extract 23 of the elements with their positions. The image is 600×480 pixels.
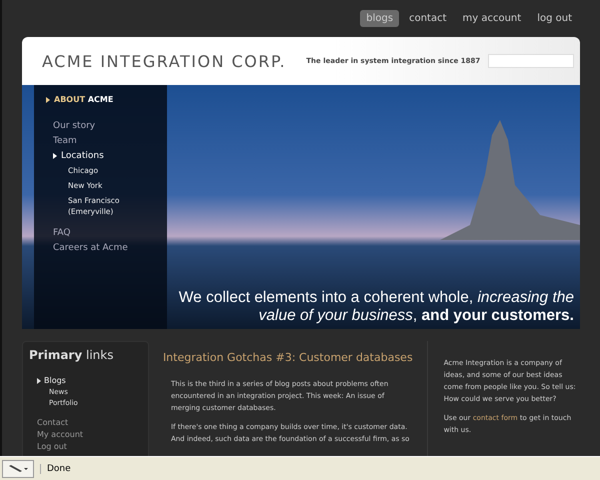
slogan: We collect elements into a coherent whole, increasing the value of your business, and your customers. xyxy=(178,289,574,325)
primary-link[interactable]: My account xyxy=(37,430,142,439)
logo-text: ACME INTEGRATION CORP. xyxy=(42,52,286,70)
bullet-icon xyxy=(37,378,41,384)
top-nav-link[interactable]: contact xyxy=(403,10,452,27)
nav-link[interactable]: Our story xyxy=(53,120,167,131)
panel-title: Primary links xyxy=(29,348,114,362)
bullet-icon xyxy=(53,152,57,158)
nav-link[interactable]: FAQ xyxy=(53,227,167,238)
top-nav-link[interactable]: my account xyxy=(456,10,528,27)
primary-link[interactable]: Contact xyxy=(37,418,142,427)
article-title: Integration Gotchas #3: Customer databases xyxy=(162,351,413,364)
nav-link[interactable]: Locations xyxy=(53,150,167,161)
primary-link[interactable]: Log out xyxy=(37,442,142,451)
nav-link[interactable]: Team xyxy=(53,135,167,146)
search-field[interactable] xyxy=(488,54,574,68)
nav-link[interactable]: Careers at Acme xyxy=(53,242,167,253)
primary-link[interactable]: Blogs xyxy=(37,376,142,385)
top-nav-link[interactable]: log out xyxy=(531,10,578,27)
section-title: ABOUT ACME xyxy=(54,95,114,104)
triangle-icon xyxy=(46,96,50,102)
status-text: Done xyxy=(40,464,71,474)
pen-dropdown-button[interactable] xyxy=(2,460,34,478)
